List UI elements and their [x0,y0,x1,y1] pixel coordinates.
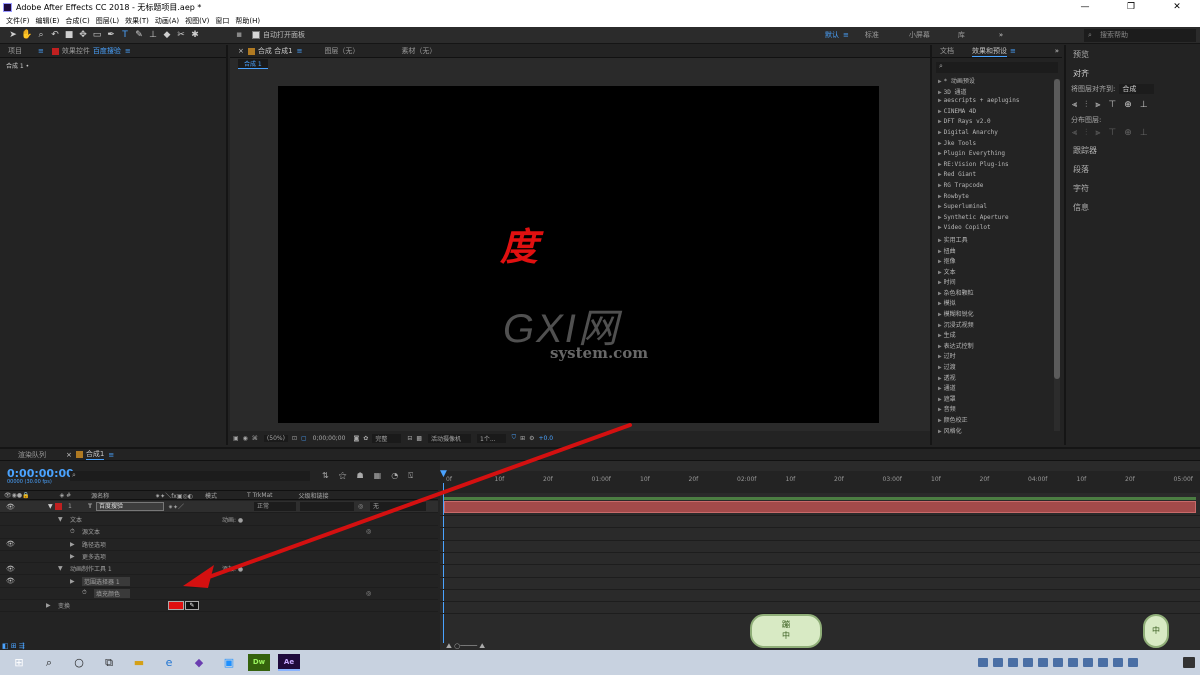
tray-icon-3[interactable] [1008,658,1018,667]
tray-icon-1[interactable] [978,658,988,667]
notifications-icon[interactable] [1183,657,1195,668]
edge-icon[interactable]: e [158,654,180,671]
tray-icon-5[interactable] [1038,658,1048,667]
sticker2-char: 中 [1152,626,1160,635]
search-icon[interactable]: ⌕ [38,654,60,671]
dreamweaver-icon[interactable]: Dw [248,654,270,671]
tray-icon-11[interactable] [1128,658,1138,667]
tray-icon-8[interactable] [1083,658,1093,667]
windows-icon[interactable]: ⊞ [8,654,30,671]
cortana-icon[interactable]: ○ [68,654,90,671]
vs-icon[interactable]: ◆ [188,654,210,671]
taskbar: ⊞ ⌕ ○ ⧉ ▬ e ◆ ▣ Dw Ae [0,650,1200,675]
annotation-arrow [183,423,632,588]
tray-icon-10[interactable] [1113,658,1123,667]
sticker-badge[interactable]: 蹦 中 [750,614,822,648]
tray-icon-6[interactable] [1053,658,1063,667]
tray-icon-9[interactable] [1098,658,1108,667]
sticker-bottom-char: 中 [782,631,790,640]
system-tray [978,657,1200,668]
tray-icon-7[interactable] [1068,658,1078,667]
tray-icon-2[interactable] [993,658,1003,667]
store-icon[interactable]: ▣ [218,654,240,671]
tray-icon-4[interactable] [1023,658,1033,667]
aftereffects-icon[interactable]: Ae [278,654,300,671]
sticker-badge-2[interactable]: 中 [1143,614,1169,648]
sticker-top-char: 蹦 [782,620,790,629]
task-view-icon[interactable]: ⧉ [98,654,120,671]
explorer-icon[interactable]: ▬ [128,654,150,671]
